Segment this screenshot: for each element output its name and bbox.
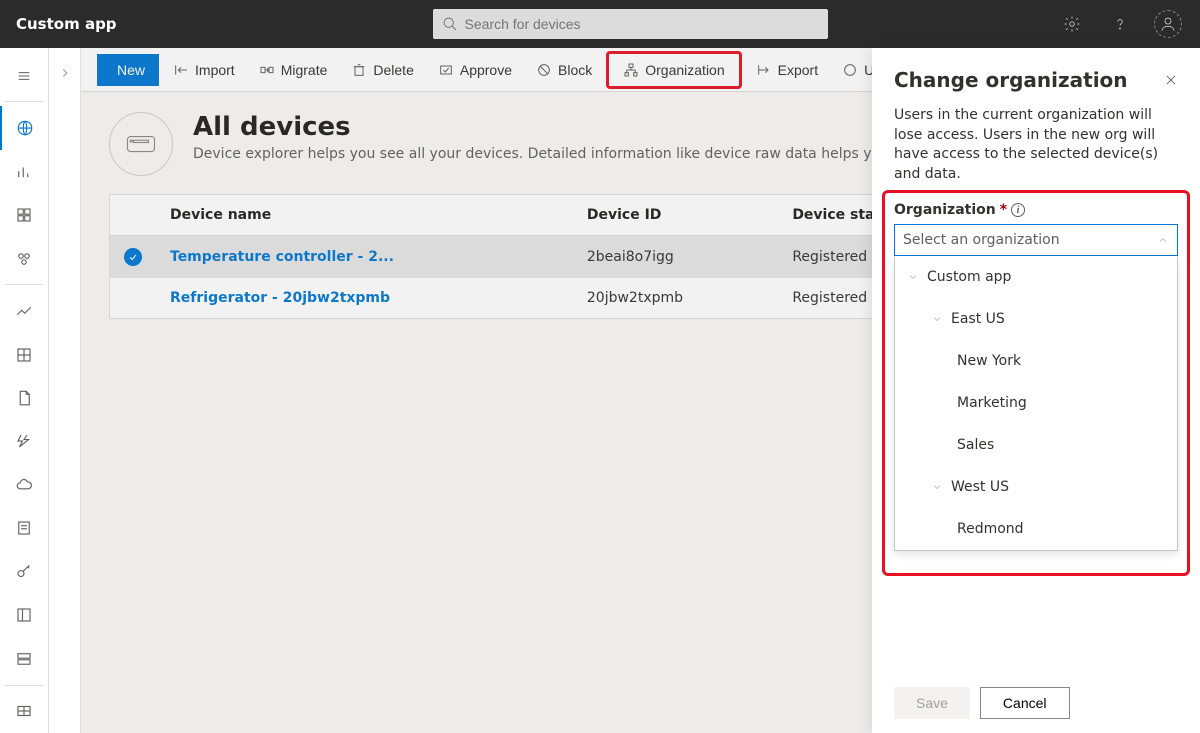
chevron-down-icon [931, 313, 943, 325]
panel-description: Users in the current organization will l… [894, 106, 1178, 184]
org-node-custom-app[interactable]: Custom app [895, 256, 1177, 298]
org-node-redmond[interactable]: Redmond [895, 508, 1177, 550]
organization-dropdown: Custom app East US New York Marketing Sa… [894, 256, 1178, 551]
nav-hamburger-icon[interactable] [0, 54, 48, 97]
device-status-cell: Registered [792, 249, 867, 265]
nav-dashboards-icon[interactable] [0, 193, 48, 236]
nav-server-icon[interactable] [0, 637, 48, 680]
change-organization-panel: Change organization Users in the current… [872, 48, 1200, 733]
import-button[interactable]: Import [163, 54, 245, 86]
device-id-cell: 20jbw2txpmb [587, 290, 683, 306]
main-area: New Import Migrate Delete Approve Block [81, 48, 1200, 733]
organization-label: Organization [645, 62, 724, 78]
search-input[interactable] [433, 9, 828, 39]
block-button[interactable]: Block [526, 54, 602, 86]
org-node-east-us[interactable]: East US [895, 298, 1177, 340]
new-button-label: New [117, 62, 145, 78]
close-icon[interactable] [1164, 68, 1178, 92]
org-node-west-us[interactable]: West US [895, 466, 1177, 508]
migrate-label: Migrate [281, 62, 328, 78]
approve-icon [438, 62, 454, 78]
nav-devices-icon[interactable] [0, 106, 48, 149]
device-id-cell: 2beai8o7igg [587, 249, 674, 265]
search-box[interactable] [433, 9, 828, 39]
col-select [110, 195, 157, 236]
import-icon [173, 62, 189, 78]
account-icon[interactable] [1152, 8, 1184, 40]
org-node-sales[interactable]: Sales [895, 424, 1177, 466]
help-icon[interactable] [1104, 8, 1136, 40]
org-node-marketing[interactable]: Marketing [895, 382, 1177, 424]
nav-groups-icon[interactable] [0, 237, 48, 280]
nav-cloud-icon[interactable] [0, 463, 48, 506]
chevron-down-icon [907, 271, 919, 283]
left-nav-rail [0, 48, 49, 733]
delete-icon [351, 62, 367, 78]
import-label: Import [195, 62, 235, 78]
nav-grid-icon[interactable] [0, 333, 48, 376]
device-status-cell: Registered [792, 290, 867, 306]
export-icon [756, 62, 772, 78]
approve-label: Approve [460, 62, 512, 78]
cancel-button[interactable]: Cancel [980, 687, 1070, 719]
nav-analytics-icon[interactable] [0, 150, 48, 193]
export-label: Export [778, 62, 818, 78]
col-device-id[interactable]: Device ID [573, 195, 778, 236]
search-icon [442, 16, 458, 32]
save-button: Save [894, 687, 970, 719]
device-name-link[interactable]: Temperature controller - 2... [170, 249, 394, 265]
export-button[interactable]: Export [746, 54, 828, 86]
new-button[interactable]: New [97, 54, 159, 86]
delete-label: Delete [373, 62, 413, 78]
settings-icon[interactable] [1056, 8, 1088, 40]
nav-layout-icon[interactable] [0, 594, 48, 637]
combobox-placeholder: Select an organization [903, 232, 1060, 248]
organization-button[interactable]: Organization [613, 54, 734, 86]
block-label: Block [558, 62, 592, 78]
org-node-new-york[interactable]: New York [895, 340, 1177, 382]
migrate-icon [259, 62, 275, 78]
unblock-icon [842, 62, 858, 78]
block-icon [536, 62, 552, 78]
col-device-name[interactable]: Device name [156, 195, 573, 236]
panel-title: Change organization [894, 68, 1128, 92]
organization-combobox[interactable]: Select an organization [894, 224, 1178, 256]
chevron-up-icon [1157, 234, 1169, 246]
migrate-button[interactable]: Migrate [249, 54, 338, 86]
device-name-link[interactable]: Refrigerator - 20jbw2txpmb [170, 290, 390, 306]
page-subtitle: Device explorer helps you see all your d… [193, 146, 959, 162]
checkmark-icon[interactable] [124, 248, 142, 266]
nav-security-icon[interactable] [0, 550, 48, 593]
app-title: Custom app [16, 15, 117, 33]
info-icon[interactable]: i [1011, 203, 1025, 217]
approve-button[interactable]: Approve [428, 54, 522, 86]
nav-table-icon[interactable] [0, 690, 48, 733]
nav-page-icon[interactable] [0, 376, 48, 419]
delete-button[interactable]: Delete [341, 54, 423, 86]
page-title: All devices [193, 112, 959, 142]
top-bar: Custom app [0, 0, 1200, 48]
nav-list-icon[interactable] [0, 507, 48, 550]
page-icon [109, 112, 173, 176]
organization-icon [623, 62, 639, 78]
nav-line-chart-icon[interactable] [0, 289, 48, 332]
organization-field-label: Organization* i [894, 202, 1178, 218]
subnav-expand[interactable] [49, 48, 81, 733]
nav-jobs-icon[interactable] [0, 420, 48, 463]
chevron-down-icon [931, 481, 943, 493]
